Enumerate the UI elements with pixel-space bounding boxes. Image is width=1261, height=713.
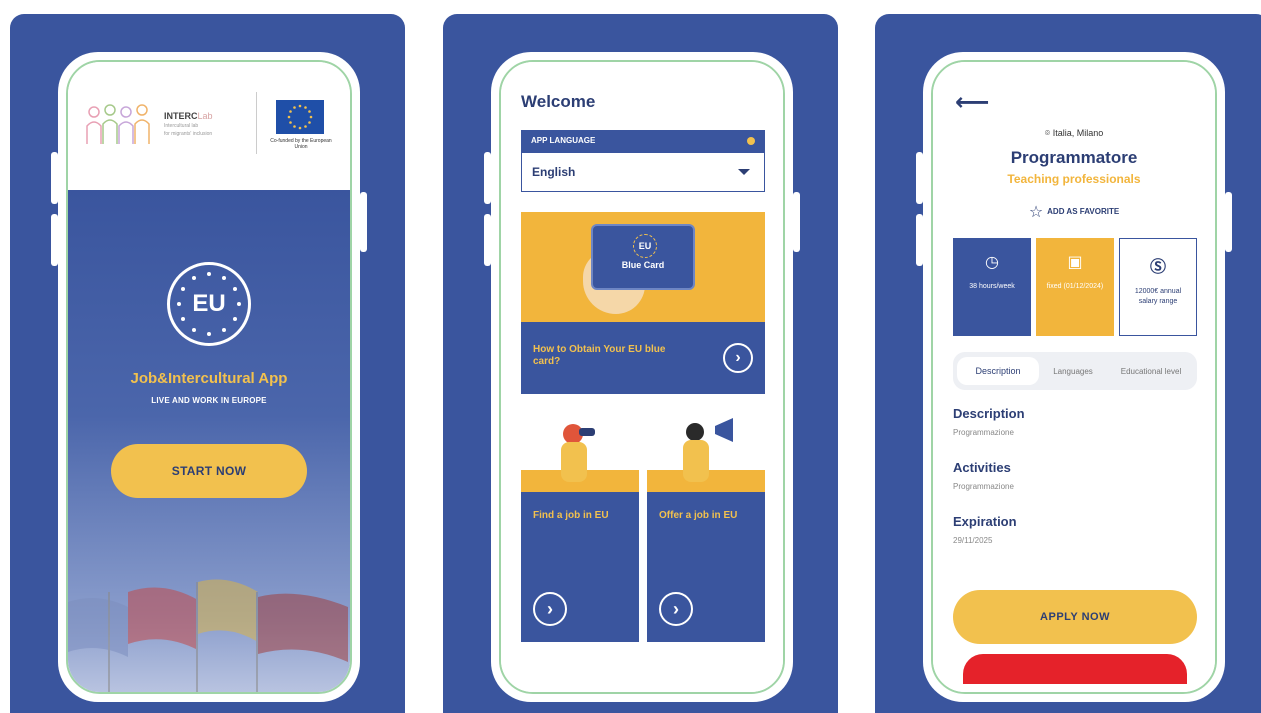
eu-badge-icon: EU: [167, 262, 251, 346]
activities-value: Programmazione: [953, 482, 1014, 491]
language-indicator-dot: [747, 137, 755, 145]
description-title: Description: [953, 406, 1025, 421]
expiration-title: Expiration: [953, 514, 1017, 529]
add-favorite-button[interactable]: ☆ ADD AS FAVORITE: [933, 202, 1215, 222]
job-category: Teaching professionals: [1007, 172, 1141, 186]
eu-caption: Co-funded by the European Union: [270, 138, 332, 150]
red-action-button[interactable]: [963, 654, 1187, 684]
description-value: Programmazione: [953, 428, 1014, 437]
logo-divider: [256, 92, 257, 154]
blue-card-badge: EU: [638, 241, 652, 251]
expiration-value: 29/11/2025: [953, 536, 993, 545]
app-subtitle: LIVE AND WORK IN EUROPE: [151, 396, 267, 405]
contract-stat: ▣ fixed (01/12/2024): [1036, 238, 1114, 336]
blue-card-illustration: EU Blue Card: [521, 212, 765, 322]
phone-side-button: [916, 214, 923, 266]
clock-icon: ◷: [985, 254, 999, 271]
favorite-label: ADD AS FAVORITE: [1047, 207, 1120, 217]
chevron-down-icon: [738, 169, 750, 175]
find-job-body: Find a job in EU ›: [521, 492, 639, 642]
salary-text: 12000€ annual salary range: [1134, 288, 1182, 305]
tab-description[interactable]: Description: [957, 357, 1039, 385]
interclab-logo: INTERCLab Intercultural lab for migrants…: [84, 102, 213, 146]
brand-suffix: Lab: [197, 111, 213, 121]
brand-sub-line1: Intercultural lab: [164, 123, 199, 129]
star-icon: ☆: [1028, 204, 1044, 221]
salary-stat: Ⓢ 12000€ annual salary range: [1119, 238, 1197, 336]
location-text: Italia, Milano: [1052, 128, 1104, 138]
hours-text: 38 hours/week: [969, 283, 1015, 290]
dollar-icon: Ⓢ: [1149, 259, 1166, 276]
phone-side-button: [360, 192, 367, 252]
panel-job-detail: ⟵ ⌾ Italia, Milano Programmatore Teachin…: [875, 14, 1261, 713]
phone-side-button: [916, 152, 923, 204]
panel-splash: INTERCLab Intercultural lab for migrants…: [10, 14, 405, 713]
phone-screen: INTERCLab Intercultural lab for migrants…: [66, 60, 352, 694]
offer-job-body: Offer a job in EU ›: [647, 492, 765, 642]
offer-job-card[interactable]: Offer a job in EU ›: [647, 410, 765, 642]
language-label: APP LANGUAGE: [521, 130, 765, 152]
home-screen: Welcome APP LANGUAGE English EU Blue Car…: [501, 62, 783, 692]
phone-side-button: [484, 152, 491, 204]
phone-screen: Welcome APP LANGUAGE English EU Blue Car…: [499, 60, 785, 694]
phone-frame: ⟵ ⌾ Italia, Milano Programmatore Teachin…: [916, 52, 1232, 702]
brand-name: INTERC: [164, 111, 198, 121]
blue-card-label: Blue Card: [621, 260, 665, 270]
phone-side-button: [51, 152, 58, 204]
job-detail-screen: ⟵ ⌾ Italia, Milano Programmatore Teachin…: [933, 62, 1215, 692]
blue-card-text: How to Obtain Your EU blue card?: [533, 344, 666, 367]
activities-title: Activities: [953, 460, 1011, 475]
tab-educational-level[interactable]: Educational level: [1109, 357, 1193, 385]
welcome-title: Welcome: [521, 92, 596, 111]
hours-stat: ◷ 38 hours/week: [953, 238, 1031, 336]
phone-frame: Welcome APP LANGUAGE English EU Blue Car…: [484, 52, 800, 702]
phone-side-button: [51, 214, 58, 266]
language-value: English: [532, 165, 576, 179]
location-pin-icon: ⌾: [1044, 128, 1053, 138]
offer-job-illustration: [647, 410, 765, 492]
store-screenshots: INTERCLab Intercultural lab for migrants…: [0, 0, 1261, 713]
phone-screen: ⟵ ⌾ Italia, Milano Programmatore Teachin…: [931, 60, 1217, 694]
eu-flag-icon: [276, 100, 324, 134]
blue-card-link[interactable]: How to Obtain Your EU blue card? ›: [521, 322, 765, 394]
detail-tabs: Description Languages Educational level: [953, 352, 1197, 390]
find-job-card[interactable]: Find a job in EU ›: [521, 410, 639, 642]
phone-frame: INTERCLab Intercultural lab for migrants…: [51, 52, 367, 702]
phone-side-button: [484, 214, 491, 266]
brand-sub-line2: for migrants' inclusion: [164, 131, 213, 137]
back-arrow-icon[interactable]: ⟵: [955, 88, 989, 117]
start-now-button[interactable]: START NOW: [111, 444, 307, 498]
people-icon: [86, 104, 150, 144]
flags-illustration: [68, 579, 348, 692]
contract-text: fixed (01/12/2024): [1046, 283, 1104, 290]
job-title: Programmatore: [1010, 148, 1138, 167]
phone-side-button: [1225, 192, 1232, 252]
language-label-text: APP LANGUAGE: [531, 136, 596, 145]
app-title: Job&Intercultural App: [130, 370, 288, 387]
job-location: ⌾ Italia, Milano: [933, 128, 1215, 139]
tab-languages[interactable]: Languages: [1041, 357, 1105, 385]
splash-body: EU Job&Intercultural App LIVE AND WORK I…: [68, 190, 350, 692]
briefcase-icon: ▣: [1067, 254, 1083, 271]
offer-job-label: Offer a job in EU: [659, 510, 738, 521]
language-select[interactable]: English: [521, 152, 765, 192]
splash-header: INTERCLab Intercultural lab for migrants…: [68, 62, 350, 190]
panel-home: Welcome APP LANGUAGE English EU Blue Car…: [443, 14, 838, 713]
blue-card-graphic: EU Blue Card: [591, 224, 695, 290]
find-job-label: Find a job in EU: [533, 510, 609, 521]
chevron-right-icon[interactable]: ›: [533, 592, 567, 626]
apply-now-button[interactable]: APPLY NOW: [953, 590, 1197, 644]
phone-side-button: [793, 192, 800, 252]
chevron-right-icon[interactable]: ›: [723, 343, 753, 373]
chevron-right-icon[interactable]: ›: [659, 592, 693, 626]
eu-stars-icon: EU: [633, 234, 657, 258]
find-job-illustration: [521, 410, 639, 492]
